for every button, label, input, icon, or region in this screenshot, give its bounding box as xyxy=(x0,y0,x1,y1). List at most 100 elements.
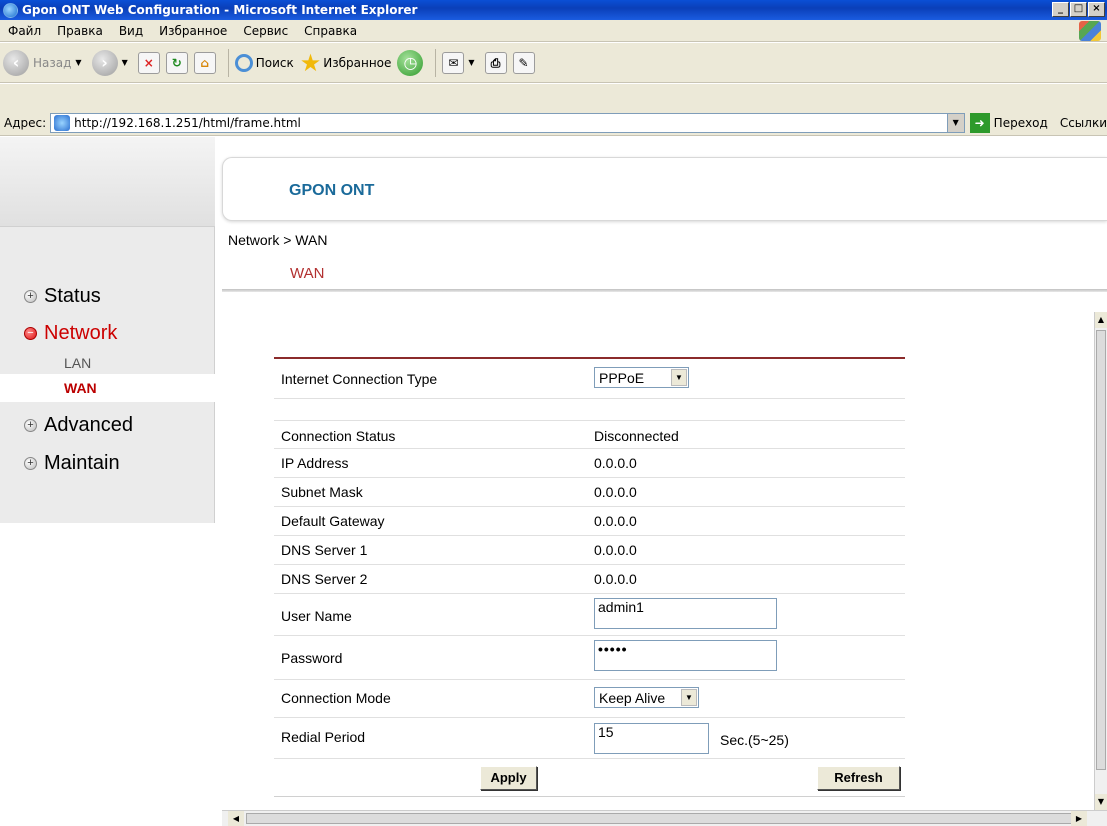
forward-button[interactable]: › ▼ xyxy=(91,49,132,76)
chevron-down-icon: ▼ xyxy=(75,58,82,67)
password-row: Password ••••• xyxy=(274,636,905,680)
edit-button[interactable]: ✎ xyxy=(512,51,535,74)
info-row: Connection Status Disconnected xyxy=(274,421,905,449)
menu-edit[interactable]: Правка xyxy=(49,24,111,38)
username-row: User Name admin1 xyxy=(274,594,905,636)
go-button[interactable]: ➜ Переход xyxy=(969,112,1048,133)
scroll-left-icon[interactable]: ◀ xyxy=(228,811,244,826)
sidebar-header xyxy=(0,137,215,227)
window-title-bar[interactable]: Gpon ONT Web Configuration - Microsoft I… xyxy=(0,0,1107,20)
redial-row: Redial Period 15 Sec.(5~25) xyxy=(274,718,905,759)
search-label: Поиск xyxy=(255,55,294,70)
home-button[interactable]: ⌂ xyxy=(193,51,216,74)
field-label: Default Gateway xyxy=(281,513,385,529)
close-button[interactable]: × xyxy=(1088,2,1105,17)
nav-label: Maintain xyxy=(44,452,120,474)
field-label: Password xyxy=(281,650,343,666)
page-tab-wan: WAN xyxy=(290,265,325,282)
field-label: DNS Server 2 xyxy=(281,571,368,587)
field-value: 0.0.0.0 xyxy=(594,484,637,500)
chevron-down-icon: ▼ xyxy=(681,689,697,706)
field-value: Disconnected xyxy=(594,428,679,444)
button-row: Apply Refresh xyxy=(274,759,905,797)
nav-item-maintain[interactable]: + Maintain xyxy=(24,452,120,475)
minimize-button[interactable]: _ xyxy=(1052,2,1069,17)
menu-help[interactable]: Справка xyxy=(296,24,365,38)
expand-icon: + xyxy=(24,457,37,470)
select-value: Keep Alive xyxy=(599,689,666,706)
stop-icon: × xyxy=(137,51,160,74)
refresh-form-button[interactable]: Refresh xyxy=(817,766,900,790)
search-icon xyxy=(234,53,253,72)
expand-icon: + xyxy=(24,290,37,303)
scroll-thumb[interactable] xyxy=(246,813,1076,824)
info-row: IP Address 0.0.0.0 xyxy=(274,449,905,478)
links-button[interactable]: Ссылки xyxy=(1060,116,1107,130)
mail-icon: ✉ xyxy=(442,51,465,74)
field-label: Subnet Mask xyxy=(281,484,363,500)
menu-tools[interactable]: Сервис xyxy=(235,24,296,38)
expand-icon: + xyxy=(24,419,37,432)
address-url: http://192.168.1.251/html/frame.html xyxy=(74,115,301,130)
print-button[interactable]: ⎙ xyxy=(484,51,507,74)
address-input[interactable]: http://192.168.1.251/html/frame.html ▼ xyxy=(50,112,965,133)
address-bar: Адрес: http://192.168.1.251/html/frame.h… xyxy=(0,84,1107,136)
nav-label: Advanced xyxy=(44,414,133,436)
connection-type-select[interactable]: PPPoE ▼ xyxy=(594,367,689,388)
maximize-button[interactable]: □ xyxy=(1070,2,1087,17)
brand-title: GPON ONT xyxy=(289,182,375,199)
nav-item-advanced[interactable]: + Advanced xyxy=(24,414,133,437)
collapse-icon: − xyxy=(24,327,37,340)
history-button[interactable]: ◷ xyxy=(397,49,424,76)
menu-file[interactable]: Файл xyxy=(0,24,49,38)
field-value: 0.0.0.0 xyxy=(594,513,637,529)
nav-item-lan[interactable]: LAN xyxy=(0,352,215,374)
history-icon: ◷ xyxy=(397,49,424,76)
info-row: DNS Server 1 0.0.0.0 xyxy=(274,536,905,565)
vertical-scrollbar[interactable]: ▲ ▼ xyxy=(1094,312,1107,810)
redial-unit-hint: Sec.(5~25) xyxy=(720,732,789,748)
connection-type-row: Internet Connection Type PPPoE ▼ xyxy=(274,359,905,399)
horizontal-scrollbar[interactable]: ◀ ▶ xyxy=(222,810,1107,826)
nav-item-wan[interactable]: WAN xyxy=(0,374,215,402)
info-row: DNS Server 2 0.0.0.0 xyxy=(274,565,905,594)
menu-view[interactable]: Вид xyxy=(111,24,151,38)
brand-header: GPON ONT xyxy=(222,157,1107,221)
back-button[interactable]: ‹ Назад ▼ xyxy=(3,49,86,76)
nav-item-network[interactable]: − Network xyxy=(24,322,117,345)
password-input[interactable]: ••••• xyxy=(594,640,777,671)
page-icon xyxy=(54,114,71,131)
select-value: PPPoE xyxy=(599,369,645,386)
field-value: 0.0.0.0 xyxy=(594,571,637,587)
back-arrow-icon: ‹ xyxy=(3,49,29,76)
redial-period-input[interactable]: 15 xyxy=(594,723,709,754)
scroll-down-icon[interactable]: ▼ xyxy=(1095,794,1107,810)
wan-form: Internet Connection Type PPPoE ▼ Connect… xyxy=(274,357,905,797)
tab-divider xyxy=(222,289,1107,292)
refresh-icon: ↻ xyxy=(165,51,188,74)
window-title: Gpon ONT Web Configuration - Microsoft I… xyxy=(22,3,418,17)
chevron-down-icon: ▼ xyxy=(468,58,475,67)
forward-arrow-icon: › xyxy=(91,49,118,76)
favorites-button[interactable]: ★ Избранное xyxy=(300,49,392,77)
username-input[interactable]: admin1 xyxy=(594,598,777,629)
edit-icon: ✎ xyxy=(512,51,535,74)
stop-button[interactable]: × xyxy=(137,51,160,74)
chevron-down-icon: ▼ xyxy=(671,369,687,386)
nav-item-status[interactable]: + Status xyxy=(24,285,101,308)
go-arrow-icon: ➜ xyxy=(969,112,990,133)
info-row: Default Gateway 0.0.0.0 xyxy=(274,507,905,536)
field-label: Connection Status xyxy=(281,428,396,444)
refresh-button[interactable]: ↻ xyxy=(165,51,188,74)
menu-favorites[interactable]: Избранное xyxy=(151,24,235,38)
scroll-up-icon[interactable]: ▲ xyxy=(1095,312,1107,328)
field-value: 0.0.0.0 xyxy=(594,542,637,558)
search-button[interactable]: Поиск xyxy=(234,53,294,72)
apply-button[interactable]: Apply xyxy=(480,766,537,790)
scroll-thumb[interactable] xyxy=(1096,330,1106,770)
mail-button[interactable]: ✉ ▼ xyxy=(442,51,478,74)
address-dropdown-icon[interactable]: ▼ xyxy=(946,113,964,132)
nav-label: Network xyxy=(44,322,118,344)
connection-mode-select[interactable]: Keep Alive ▼ xyxy=(594,687,699,708)
scroll-right-icon[interactable]: ▶ xyxy=(1071,811,1087,826)
